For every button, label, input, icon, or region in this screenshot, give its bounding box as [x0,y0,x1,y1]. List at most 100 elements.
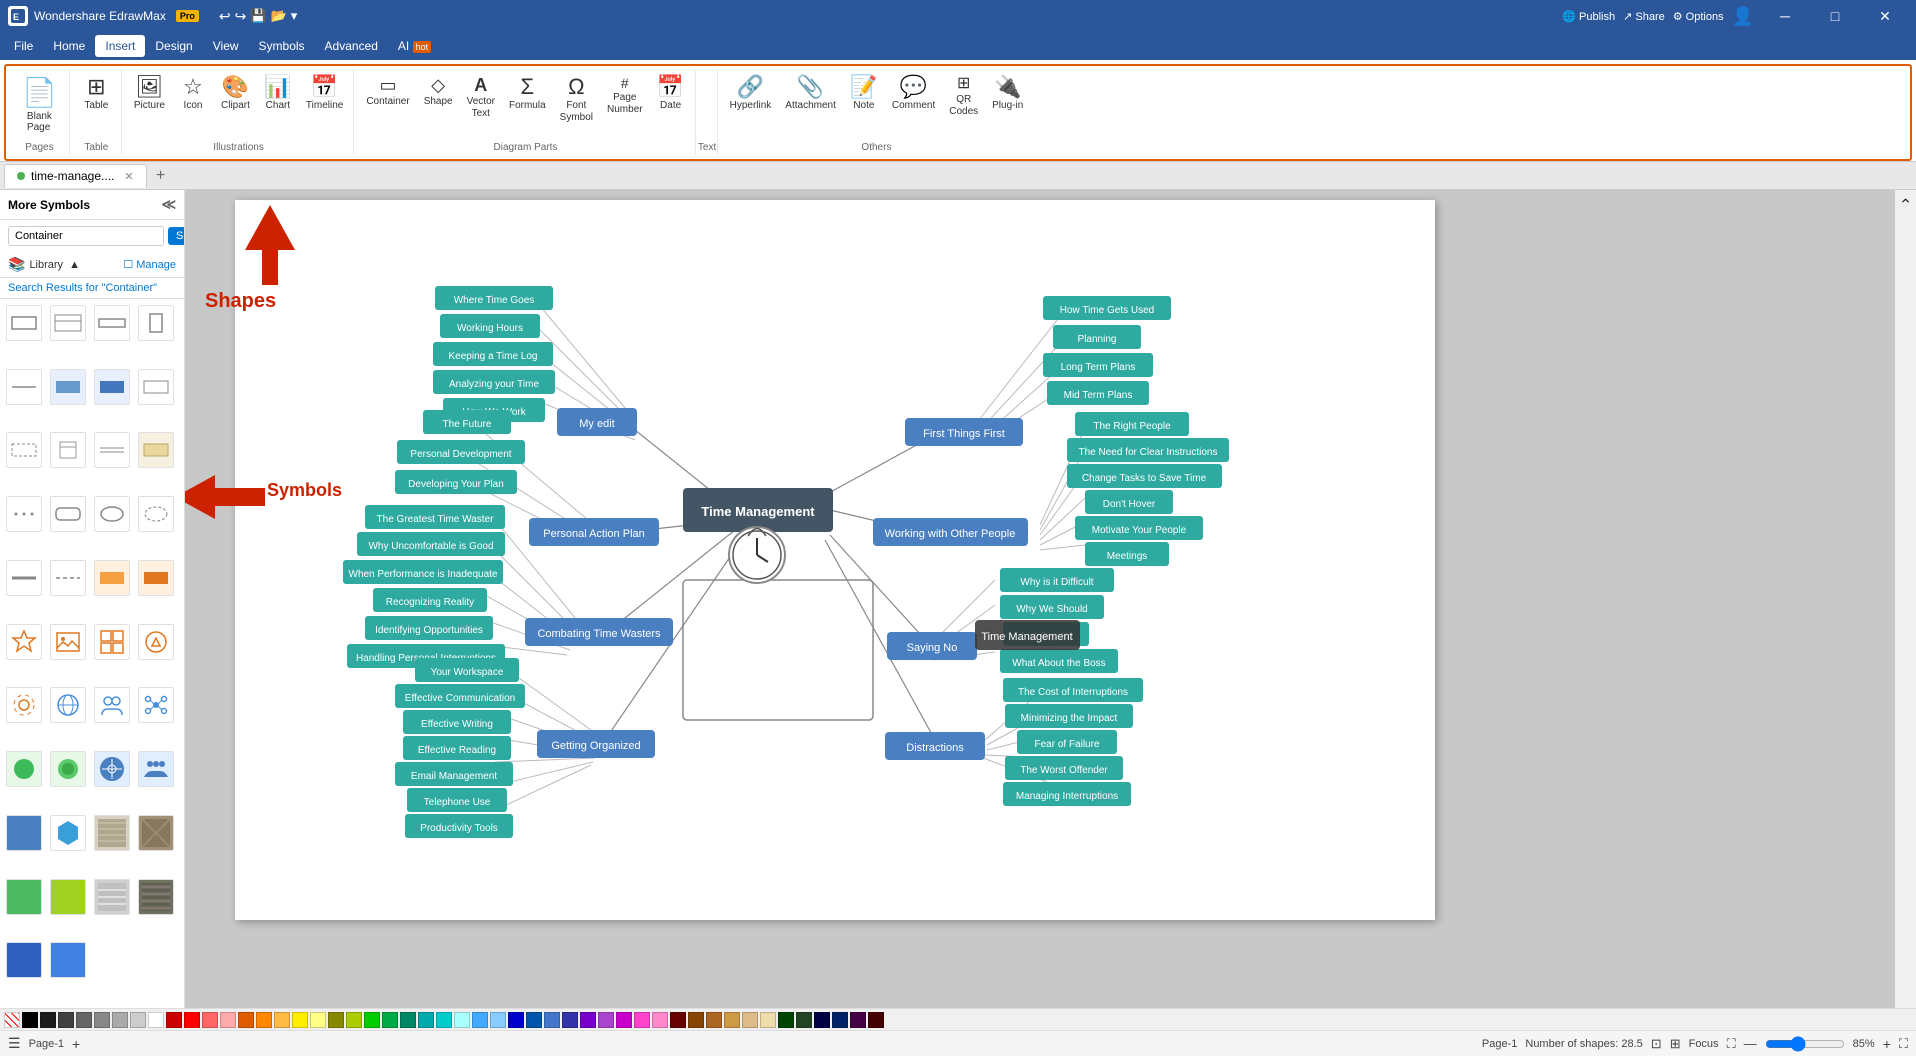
shape-cell-orange-fill[interactable] [94,560,130,596]
color-gray5[interactable] [112,1012,128,1028]
shape-cell-gray-stripe[interactable] [94,879,130,915]
shape-cell-hbar[interactable] [6,560,42,596]
timeline-btn[interactable]: 📅 Timeline [300,72,349,116]
shape-cell-network-icon[interactable] [138,687,174,723]
canvas-tab[interactable]: time-manage.... ✕ [4,164,147,188]
menu-symbols[interactable]: Symbols [249,35,315,57]
color-yellow1[interactable] [292,1012,308,1028]
container-btn[interactable]: ▭ Container [360,72,415,112]
toolbar-undo[interactable]: ↩ [219,8,231,25]
color-darkred[interactable] [868,1012,884,1028]
shape-cell-gear-icon[interactable] [6,687,42,723]
color-cyan1[interactable] [436,1012,452,1028]
canvas-area[interactable]: Shapes Symbols [185,190,1916,1008]
diagram-canvas[interactable]: Time Management My edit Where Time Goes … [235,200,1435,920]
color-beige[interactable] [742,1012,758,1028]
color-light-gray[interactable] [130,1012,146,1028]
add-tab-btn[interactable]: + [149,164,173,188]
minimize-btn[interactable]: ─ [1762,0,1808,32]
formula-btn[interactable]: Σ Formula [503,72,552,116]
color-sand[interactable] [760,1012,776,1028]
color-dark-gray1[interactable] [40,1012,56,1028]
color-pink2[interactable] [220,1012,236,1028]
color-orange1[interactable] [238,1012,254,1028]
color-darkblue[interactable] [814,1012,830,1028]
toolbar-save[interactable]: 💾 [250,8,266,24]
color-tan[interactable] [724,1012,740,1028]
color-blue1[interactable] [508,1012,524,1028]
color-orange2[interactable] [256,1012,272,1028]
color-red2[interactable] [184,1012,200,1028]
color-rose[interactable] [652,1012,668,1028]
menu-ai[interactable]: AI hot [388,35,441,57]
shape-cell-blue-network[interactable] [94,751,130,787]
color-white[interactable] [148,1012,164,1028]
color-green2[interactable] [382,1012,398,1028]
shape-btn[interactable]: ◇ Shape [418,72,459,112]
color-yellow2[interactable] [310,1012,326,1028]
shape-cell-rect-blue-fill[interactable] [50,369,86,405]
color-purple1[interactable] [580,1012,596,1028]
date-btn[interactable]: 📅 Date [651,72,691,116]
color-no-fill[interactable] [4,1012,20,1028]
color-magenta1[interactable] [616,1012,632,1028]
shape-cell-rect-simple[interactable] [6,305,42,341]
vector-text-btn[interactable]: A VectorText [461,72,501,124]
menu-view[interactable]: View [203,35,249,57]
sidebar-collapse-btn[interactable]: ≪ [161,196,176,213]
font-symbol-btn[interactable]: Ω FontSymbol [554,72,599,128]
shape-cell-green-solid[interactable] [6,879,42,915]
color-brown2[interactable] [706,1012,722,1028]
color-darkgreen[interactable] [778,1012,794,1028]
shape-cell-lime[interactable] [50,879,86,915]
search-btn[interactable]: Search [168,227,185,245]
right-panel-toggle[interactable]: ‹ [1897,198,1915,203]
color-cyan2[interactable] [454,1012,470,1028]
color-blue3[interactable] [544,1012,560,1028]
menu-advanced[interactable]: Advanced [315,35,388,57]
menu-design[interactable]: Design [145,35,202,57]
color-brown1[interactable] [688,1012,704,1028]
menu-insert[interactable]: Insert [95,35,145,57]
shape-cell-blue-solid[interactable] [6,815,42,851]
color-purple2[interactable] [598,1012,614,1028]
options-btn[interactable]: ⚙ Options [1673,10,1724,23]
color-navy[interactable] [832,1012,848,1028]
shape-cell-dots[interactable] [6,496,42,532]
menu-home[interactable]: Home [43,35,95,57]
user-avatar[interactable]: 👤 [1732,6,1754,27]
shape-cell-recycle-icon[interactable] [138,624,174,660]
chart-btn[interactable]: 📊 Chart [258,72,298,116]
color-olive[interactable] [328,1012,344,1028]
color-blue2[interactable] [526,1012,542,1028]
color-red1[interactable] [166,1012,182,1028]
shape-cell-rounded[interactable] [50,496,86,532]
color-black[interactable] [22,1012,38,1028]
plugin-btn[interactable]: 🔌 Plug-in [986,72,1029,116]
shape-cell-green-circle[interactable] [6,751,42,787]
shape-cell-rect-blue2[interactable] [94,369,130,405]
color-green1[interactable] [364,1012,380,1028]
tab-close-icon[interactable]: ✕ [124,170,133,183]
color-maroon[interactable] [670,1012,686,1028]
toolbar-extra[interactable]: ▾ [291,8,298,24]
color-pink1[interactable] [202,1012,218,1028]
shape-cell-dark-stripe[interactable] [138,879,174,915]
publish-btn[interactable]: 🌐 Publish [1562,10,1615,23]
color-darkpurple[interactable] [850,1012,866,1028]
shape-cell-blue-hex[interactable] [50,815,86,851]
shape-cell-image-icon[interactable] [50,624,86,660]
shape-cell-crosshatch[interactable] [138,815,174,851]
manage-link[interactable]: ☐ Manage [123,258,176,271]
blank-page-btn[interactable]: 📄 BlankPage [14,72,65,137]
shape-cell-stripe-pattern[interactable] [94,815,130,851]
shape-cell-globe-icon[interactable] [50,687,86,723]
color-magenta2[interactable] [634,1012,650,1028]
shape-cell-blue-bottom1[interactable] [6,942,42,978]
toolbar-redo[interactable]: ↪ [235,8,247,25]
table-btn[interactable]: ⊞ Table [76,72,116,116]
shape-cell-oval[interactable] [94,496,130,532]
color-indigo[interactable] [562,1012,578,1028]
shape-cell-hline[interactable] [6,369,42,405]
library-toggle[interactable]: ▲ [69,259,80,271]
